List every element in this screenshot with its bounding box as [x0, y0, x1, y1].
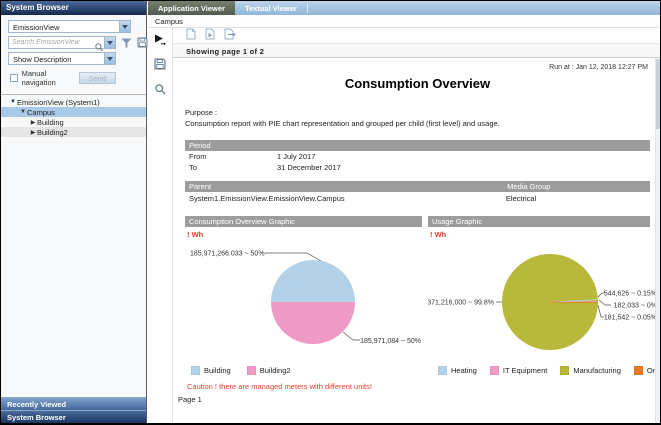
display-mode-dropdown[interactable]: Show Description	[8, 52, 116, 65]
vertical-scrollbar[interactable]	[655, 58, 660, 423]
system-browser-panel-bar[interactable]: System Browser	[1, 410, 146, 423]
purpose-label: Purpose :	[185, 108, 650, 119]
pie-label-manufacturing: 371,216,000 ~ 99.8%	[428, 299, 494, 306]
pie-slice-building	[271, 260, 355, 302]
media-group-header: Media Group	[507, 181, 650, 192]
parent-value: System1.EmissionView.EmissionView.Campus	[185, 194, 506, 203]
consumption-legend: Building Building2	[185, 366, 422, 375]
parent-header: Parent	[189, 181, 507, 192]
pie-label-building2: 185,971,084 ~ 50%	[360, 338, 421, 345]
viewer-tool-strip	[148, 28, 173, 423]
search-field[interactable]	[8, 36, 116, 49]
consumption-chart-column: Consumption Overview Graphic ! Wh 185,97…	[185, 216, 422, 375]
save-search-icon[interactable]	[137, 37, 148, 48]
tree-item-building[interactable]: ▶ Building	[1, 117, 146, 127]
system-dropdown-value: EmissionView	[13, 23, 60, 32]
tree-item-emissionview[interactable]: ▼ EmissionView (System1)	[1, 97, 146, 107]
caret-collapsed-icon[interactable]: ▶	[29, 119, 37, 126]
chevron-down-icon[interactable]	[104, 53, 115, 64]
manual-navigation-checkbox[interactable]	[10, 74, 18, 82]
legend-item-heating: Heating	[438, 366, 477, 375]
purpose-text: Consumption report with PIE chart repres…	[185, 119, 650, 130]
usage-chart-column: Usage Graphic ! Wh 371,	[428, 216, 650, 375]
system-browser-panel: System Browser EmissionView	[1, 1, 147, 423]
media-group-value: Electrical	[506, 194, 650, 203]
legend-item-it-equipment: IT Equipment	[490, 366, 547, 375]
pie-label-it-equipment: 182,033 ~ 0%	[614, 302, 657, 309]
report-page: Run at : Jan 12, 2018 12:27 PM Consumpti…	[173, 58, 660, 423]
tab-application-viewer[interactable]: Application Viewer	[148, 1, 235, 15]
legend-swatch	[634, 366, 643, 375]
run-report-icon[interactable]	[154, 32, 167, 50]
viewer-tabbar: Application Viewer Textual Viewer	[148, 1, 660, 15]
legend-swatch	[191, 366, 200, 375]
workspace: Application Viewer Textual Viewer Campus	[148, 1, 660, 423]
recently-viewed-panel-bar[interactable]: Recently Viewed	[1, 397, 146, 410]
app-window: System Browser EmissionView	[0, 0, 661, 425]
chevron-down-icon[interactable]	[119, 21, 130, 32]
doc-icon[interactable]	[186, 27, 196, 45]
caret-expanded-icon[interactable]: ▼	[9, 99, 17, 105]
usage-pie-chart: 371,216,000 ~ 99.8% 544,626 ~ 0.15% 182,…	[428, 240, 650, 364]
doc-run-icon[interactable]	[205, 27, 215, 45]
pie-label-building: 185,971,266.033 ~ 50%	[190, 250, 265, 257]
send-button[interactable]: Send	[79, 72, 117, 84]
tab-textual-viewer[interactable]: Textual Viewer	[235, 1, 307, 15]
system-dropdown[interactable]: EmissionView	[8, 20, 131, 33]
parent-section: Parent Media Group System1.EmissionView.…	[185, 181, 650, 204]
legend-swatch	[247, 366, 256, 375]
filter-icon[interactable]	[121, 38, 132, 48]
legend-item-building: Building	[191, 366, 231, 375]
report-title: Consumption Overview	[185, 76, 650, 91]
display-mode-value: Show Description	[13, 55, 71, 64]
zoom-icon[interactable]	[155, 82, 166, 100]
usage-chart-header: Usage Graphic	[428, 216, 650, 227]
pie-label-heating: 544,626 ~ 0.15%	[604, 290, 657, 297]
legend-swatch	[438, 366, 447, 375]
report-viewer-pane: Showing page 1 of 2 Run at : Jan 12, 201…	[173, 28, 660, 423]
manual-navigation-label: Manual navigation	[22, 69, 79, 87]
pie-label-onsite-transport: 181,542 ~ 0.05%	[604, 314, 657, 321]
pie-slice-building2	[271, 302, 355, 344]
consumption-pie-chart: 185,971,266.033 ~ 50% 185,971,084 ~ 50%	[185, 240, 422, 364]
report-toolbar	[173, 28, 660, 44]
search-input[interactable]	[9, 39, 93, 46]
system-browser-title: System Browser	[1, 1, 146, 15]
tree-item-campus[interactable]: ▼ Campus	[1, 107, 146, 117]
page-number-label: Page 1	[178, 395, 650, 404]
tab-separator	[307, 3, 308, 13]
consumption-chart-header: Consumption Overview Graphic	[185, 216, 422, 227]
sidebar-controls: EmissionView Show De	[1, 15, 146, 87]
period-section: Period From 1 July 2017 To 31 December 2…	[185, 140, 650, 173]
paging-status: Showing page 1 of 2	[173, 44, 660, 58]
period-row-to: To 31 December 2017	[185, 163, 650, 173]
tree-item-building2[interactable]: ▶ Building2	[1, 127, 146, 137]
caret-collapsed-icon[interactable]: ▶	[29, 129, 37, 136]
scrollbar-thumb[interactable]	[656, 59, 660, 129]
save-report-icon[interactable]	[154, 57, 166, 75]
period-row-from: From 1 July 2017	[185, 152, 650, 162]
period-header: Period	[185, 140, 650, 151]
legend-item-manufacturing: Manufacturing	[560, 366, 621, 375]
system-tree: ▼ EmissionView (System1) ▼ Campus ▶ Buil…	[1, 94, 146, 397]
legend-swatch	[560, 366, 569, 375]
consumption-unit-warning: ! Wh	[187, 230, 422, 239]
run-timestamp: Run at : Jan 12, 2018 12:27 PM	[185, 64, 650, 71]
search-dropdown-icon[interactable]	[104, 37, 115, 48]
usage-unit-warning: ! Wh	[430, 230, 650, 239]
caret-expanded-icon[interactable]: ▼	[19, 109, 27, 115]
usage-legend: Heating IT Equipment Manufacturing	[428, 366, 650, 375]
doc-export-icon[interactable]	[224, 27, 236, 45]
legend-swatch	[490, 366, 499, 375]
caution-message: Caution ! there are managed meters with …	[187, 382, 650, 391]
legend-item-building2: Building2	[247, 366, 291, 375]
